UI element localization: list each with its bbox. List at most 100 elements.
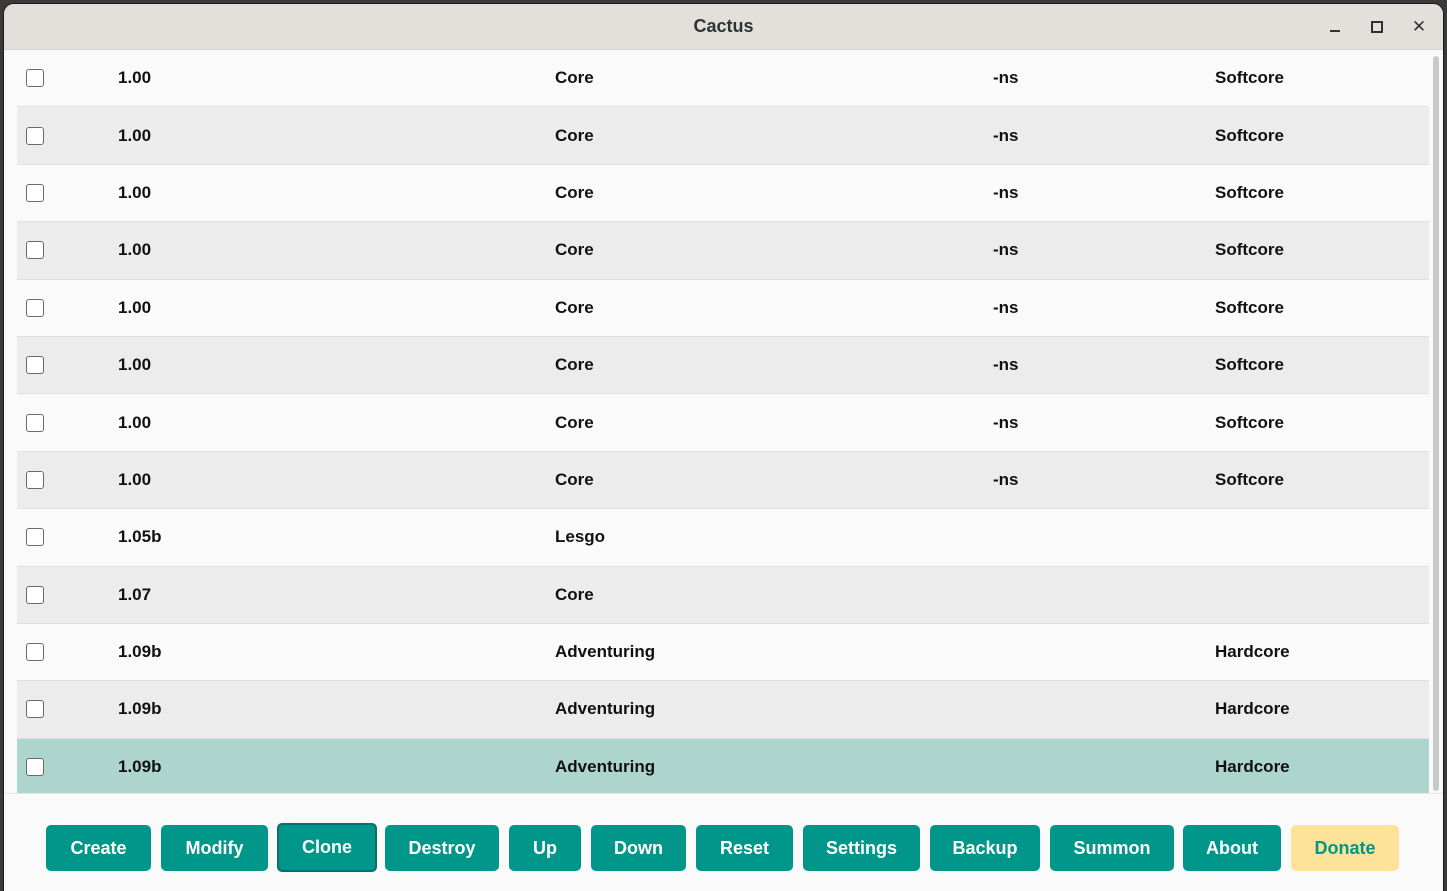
- list-row[interactable]: 1.00 Core -ns Softcore: [17, 107, 1429, 165]
- row-name: Adventuring: [555, 642, 656, 662]
- clone-button[interactable]: Clone: [277, 823, 377, 872]
- row-version: 1.00: [118, 297, 152, 317]
- donate-button[interactable]: Donate: [1291, 825, 1399, 871]
- row-checkbox-cell: [17, 126, 118, 145]
- row-mode: Softcore: [1215, 125, 1284, 145]
- row-checkbox-cell: [17, 585, 118, 604]
- row-checkbox[interactable]: [26, 470, 44, 489]
- row-name: Core: [555, 355, 594, 375]
- row-mode: Hardcore: [1215, 756, 1290, 776]
- row-version: 1.00: [118, 469, 152, 489]
- row-checkbox[interactable]: [26, 241, 44, 260]
- list-row[interactable]: 1.00 Core -ns Softcore: [17, 451, 1429, 510]
- row-mode: Softcore: [1215, 469, 1284, 489]
- list-row[interactable]: 1.00 Core -ns Softcore: [17, 336, 1429, 395]
- up-button[interactable]: Up: [509, 825, 581, 871]
- row-version: 1.05b: [118, 527, 162, 547]
- row-checkbox-cell: [17, 413, 118, 432]
- row-suffix: -ns: [993, 240, 1019, 260]
- row-name: Core: [555, 240, 594, 260]
- button-bar: Create Modify Clone Destroy Up Down Rese…: [4, 793, 1443, 891]
- row-mode: Hardcore: [1215, 699, 1290, 719]
- row-checkbox-cell: [17, 183, 118, 202]
- row-checkbox[interactable]: [26, 528, 44, 547]
- row-checkbox-cell: [17, 241, 118, 260]
- minimize-icon: [1330, 29, 1340, 32]
- row-mode: Softcore: [1215, 68, 1284, 88]
- row-version: 1.00: [118, 182, 152, 202]
- list-row[interactable]: 1.00 Core -ns Softcore: [17, 222, 1429, 280]
- list-row[interactable]: 1.00 Core -ns Softcore: [17, 50, 1429, 108]
- row-mode: Softcore: [1215, 412, 1284, 432]
- row-version: 1.09b: [118, 642, 162, 662]
- instance-list: 1.00 Core -ns Softcore 1.00 Core -ns Softcore 1.…: [17, 50, 1429, 793]
- list-row[interactable]: 1.00 Core -ns Softcore: [17, 394, 1429, 452]
- row-name: Adventuring: [555, 756, 656, 776]
- row-name: Adventuring: [555, 699, 656, 719]
- row-mode: Hardcore: [1215, 642, 1290, 662]
- row-name: Core: [555, 182, 594, 202]
- row-version: 1.07: [118, 584, 152, 604]
- down-button[interactable]: Down: [591, 825, 686, 871]
- row-suffix: -ns: [993, 125, 1019, 145]
- row-checkbox[interactable]: [26, 757, 44, 776]
- row-suffix: -ns: [993, 355, 1019, 375]
- row-suffix: -ns: [993, 182, 1019, 202]
- list-row[interactable]: 1.05b Lesgo: [17, 509, 1429, 567]
- row-checkbox-cell: [17, 528, 118, 547]
- destroy-button[interactable]: Destroy: [385, 825, 499, 871]
- list-row[interactable]: 1.09b Adventuring Hardcore: [17, 738, 1429, 793]
- row-mode: Softcore: [1215, 355, 1284, 375]
- row-checkbox[interactable]: [26, 126, 44, 145]
- row-name: Core: [555, 125, 594, 145]
- close-button[interactable]: ✕: [1400, 4, 1438, 49]
- list-scrollbar[interactable]: [1433, 56, 1439, 791]
- row-version: 1.00: [118, 412, 152, 432]
- row-checkbox[interactable]: [26, 69, 44, 88]
- row-name: Core: [555, 297, 594, 317]
- row-checkbox-cell: [17, 470, 118, 489]
- app-window: Cactus ✕ 1.00 Core -ns Softcore 1.00 Core -ns S…: [4, 4, 1443, 891]
- row-checkbox[interactable]: [26, 585, 44, 604]
- row-mode: Softcore: [1215, 240, 1284, 260]
- summon-button[interactable]: Summon: [1050, 825, 1174, 871]
- row-checkbox[interactable]: [26, 643, 44, 662]
- row-suffix: -ns: [993, 469, 1019, 489]
- list-row[interactable]: 1.00 Core -ns Softcore: [17, 164, 1429, 223]
- row-mode: Softcore: [1215, 182, 1284, 202]
- list-row[interactable]: 1.09b Adventuring Hardcore: [17, 681, 1429, 739]
- row-name: Core: [555, 412, 594, 432]
- row-checkbox-cell: [17, 757, 118, 776]
- row-checkbox-cell: [17, 700, 118, 719]
- row-checkbox[interactable]: [26, 183, 44, 202]
- maximize-button[interactable]: [1358, 4, 1396, 49]
- window-title: Cactus: [693, 16, 754, 36]
- row-checkbox-cell: [17, 356, 118, 375]
- row-checkbox[interactable]: [26, 700, 44, 719]
- row-name: Lesgo: [555, 527, 606, 547]
- list-row[interactable]: 1.00 Core -ns Softcore: [17, 279, 1429, 337]
- row-name: Core: [555, 68, 594, 88]
- row-version: 1.09b: [118, 756, 162, 776]
- about-button[interactable]: About: [1183, 825, 1281, 871]
- row-checkbox-cell: [17, 69, 118, 88]
- create-button[interactable]: Create: [46, 825, 151, 871]
- row-checkbox-cell: [17, 643, 118, 662]
- row-name: Core: [555, 469, 594, 489]
- list-row[interactable]: 1.09b Adventuring Hardcore: [17, 623, 1429, 682]
- settings-button[interactable]: Settings: [803, 825, 920, 871]
- row-name: Core: [555, 584, 594, 604]
- row-suffix: -ns: [993, 412, 1019, 432]
- row-checkbox-cell: [17, 298, 118, 317]
- title-bar[interactable]: Cactus ✕: [4, 4, 1443, 50]
- minimize-button[interactable]: [1316, 4, 1354, 49]
- list-row[interactable]: 1.07 Core: [17, 566, 1429, 624]
- row-version: 1.00: [118, 355, 152, 375]
- row-checkbox[interactable]: [26, 413, 44, 432]
- row-checkbox[interactable]: [26, 356, 44, 375]
- backup-button[interactable]: Backup: [930, 825, 1040, 871]
- row-checkbox[interactable]: [26, 298, 44, 317]
- row-suffix: -ns: [993, 297, 1019, 317]
- reset-button[interactable]: Reset: [696, 825, 793, 871]
- modify-button[interactable]: Modify: [161, 825, 268, 871]
